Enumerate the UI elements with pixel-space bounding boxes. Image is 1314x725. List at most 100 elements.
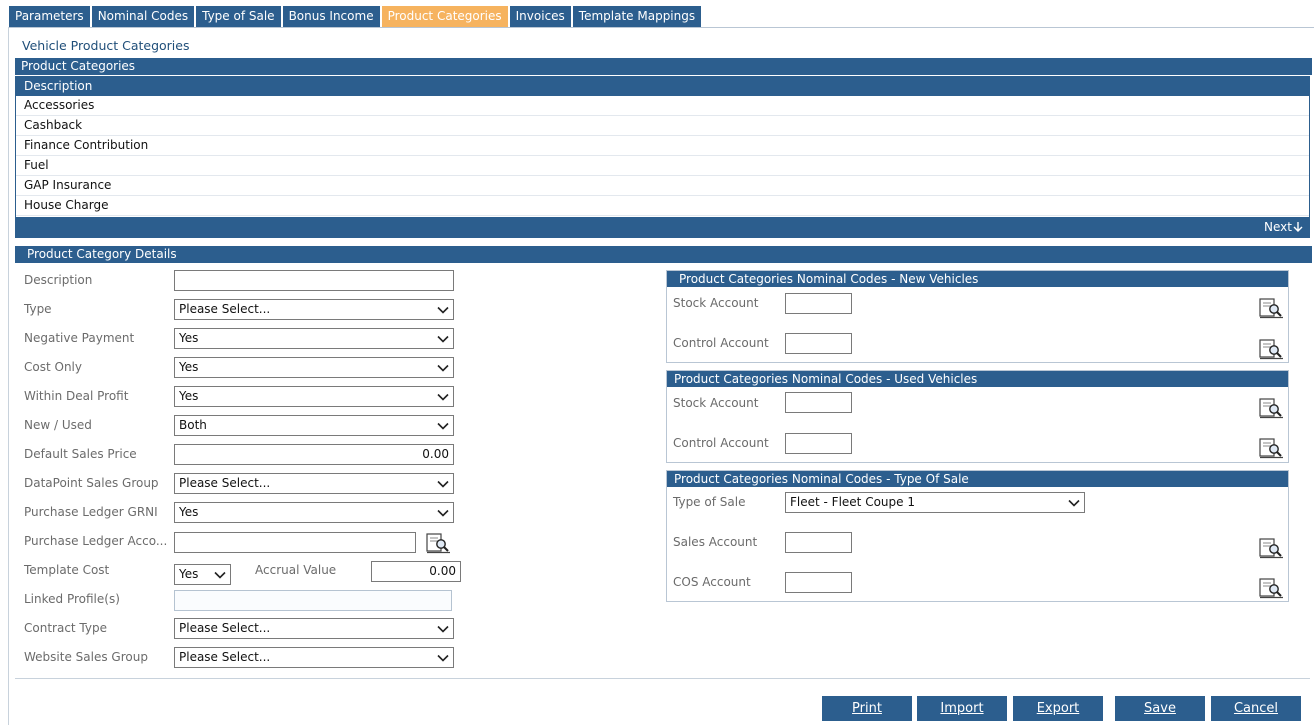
contract-type-label: Contract Type: [24, 621, 107, 635]
list-item[interactable]: GAP Insurance: [16, 176, 1309, 196]
print-button[interactable]: Print: [822, 696, 912, 721]
tab-type-of-sale[interactable]: Type of Sale: [196, 6, 281, 27]
used-stock-account-label: Stock Account: [673, 396, 759, 410]
new-vehicles-panel-title: Product Categories Nominal Codes - New V…: [667, 271, 1288, 287]
cos-account-field[interactable]: [785, 572, 852, 593]
list-item[interactable]: Finance Contribution: [16, 136, 1309, 156]
new-control-account-field[interactable]: [785, 333, 852, 354]
type-value: Please Select...: [179, 302, 271, 316]
default-sales-price-field[interactable]: 0.00: [174, 444, 454, 465]
list-item[interactable]: House Charge: [16, 196, 1309, 216]
accrual-value-label: Accrual Value: [255, 563, 337, 577]
negative-payment-select[interactable]: Yes: [174, 328, 454, 349]
chevron-down-icon: [214, 571, 226, 579]
chevron-down-icon: [437, 509, 449, 517]
chevron-down-icon: [437, 480, 449, 488]
details-section-header: Product Category Details: [15, 246, 1312, 263]
chevron-down-icon: [437, 364, 449, 372]
type-of-sale-select[interactable]: Fleet - Fleet Coupe 1: [785, 492, 1085, 513]
used-control-account-label: Control Account: [673, 436, 769, 450]
chevron-down-icon: [437, 625, 449, 633]
search-lookup-icon[interactable]: [425, 532, 451, 554]
tab-nominal-codes[interactable]: Nominal Codes: [91, 6, 195, 27]
tab-strip: Parameters Nominal Codes Type of Sale Bo…: [9, 6, 702, 27]
list-section-header: Product Categories: [15, 58, 1312, 75]
negative-payment-label: Negative Payment: [24, 331, 135, 345]
product-categories-grid: Description Accessories Cashback Finance…: [15, 76, 1310, 238]
search-lookup-icon[interactable]: [1258, 297, 1284, 319]
new-used-label: New / Used: [24, 418, 92, 432]
list-item[interactable]: Cashback: [16, 116, 1309, 136]
website-sales-group-value: Please Select...: [179, 650, 271, 664]
within-deal-profit-select[interactable]: Yes: [174, 386, 454, 407]
template-cost-select[interactable]: Yes: [174, 564, 231, 585]
template-cost-value: Yes: [179, 567, 199, 581]
type-of-sale-label: Type of Sale: [673, 495, 746, 509]
search-lookup-icon[interactable]: [1258, 537, 1284, 559]
export-label: Export: [1036, 701, 1080, 716]
list-item[interactable]: Fuel: [16, 156, 1309, 176]
datapoint-sales-group-value: Please Select...: [179, 476, 271, 490]
website-sales-group-select[interactable]: Please Select...: [174, 647, 454, 668]
grid-column-description[interactable]: Description: [16, 77, 1309, 96]
save-button[interactable]: Save: [1115, 696, 1205, 721]
purchase-ledger-account-field[interactable]: [174, 532, 416, 553]
within-deal-profit-label: Within Deal Profit: [24, 389, 129, 403]
cost-only-select[interactable]: Yes: [174, 357, 454, 378]
new-stock-account-label: Stock Account: [673, 296, 759, 310]
arrow-down-icon: [1293, 222, 1303, 232]
tab-bonus-income[interactable]: Bonus Income: [282, 6, 380, 27]
chevron-down-icon: [437, 393, 449, 401]
type-select[interactable]: Please Select...: [174, 299, 454, 320]
search-lookup-icon[interactable]: [1258, 397, 1284, 419]
new-used-select[interactable]: Both: [174, 415, 454, 436]
type-of-sale-panel: Product Categories Nominal Codes - Type …: [666, 470, 1289, 602]
search-lookup-icon[interactable]: [1258, 338, 1284, 360]
within-deal-profit-value: Yes: [179, 389, 199, 403]
frame-border: [8, 27, 9, 725]
purchase-ledger-account-label: Purchase Ledger Acco...: [24, 534, 168, 548]
purchase-ledger-grni-label: Purchase Ledger GRNI: [24, 505, 158, 519]
search-lookup-icon[interactable]: [1258, 577, 1284, 599]
accrual-value-field[interactable]: 0.00: [371, 561, 461, 582]
description-label: Description: [24, 273, 93, 287]
type-label: Type: [24, 302, 52, 316]
tab-underline: [9, 27, 1314, 28]
tab-invoices[interactable]: Invoices: [509, 6, 571, 27]
datapoint-sales-group-select[interactable]: Please Select...: [174, 473, 454, 494]
datapoint-sales-group-label: DataPoint Sales Group: [24, 476, 159, 490]
used-stock-account-field[interactable]: [785, 392, 852, 413]
purchase-ledger-grni-select[interactable]: Yes: [174, 502, 454, 523]
tab-template-mappings[interactable]: Template Mappings: [572, 6, 702, 27]
tab-parameters[interactable]: Parameters: [9, 6, 90, 27]
print-label: Print: [852, 701, 882, 716]
cancel-button[interactable]: Cancel: [1211, 696, 1301, 721]
cos-account-label: COS Account: [673, 575, 751, 589]
page-title: Vehicle Product Categories: [22, 38, 190, 53]
description-field[interactable]: [174, 270, 454, 291]
sales-account-field[interactable]: [785, 532, 852, 553]
template-cost-label: Template Cost: [24, 563, 110, 577]
save-label: Save: [1144, 701, 1176, 716]
chevron-down-icon: [437, 654, 449, 662]
cancel-label: Cancel: [1233, 701, 1279, 716]
next-page-link[interactable]: Next: [1264, 220, 1303, 234]
cost-only-value: Yes: [179, 360, 199, 374]
search-lookup-icon[interactable]: [1258, 437, 1284, 459]
tab-product-categories[interactable]: Product Categories: [381, 6, 508, 27]
chevron-down-icon: [437, 335, 449, 343]
linked-profiles-field[interactable]: [174, 590, 452, 611]
used-control-account-field[interactable]: [785, 433, 852, 454]
contract-type-select[interactable]: Please Select...: [174, 618, 454, 639]
new-used-value: Both: [179, 418, 207, 432]
list-item[interactable]: Accessories: [16, 96, 1309, 116]
import-button[interactable]: Import: [917, 696, 1007, 721]
footer-divider: [15, 678, 1310, 679]
export-button[interactable]: Export: [1013, 696, 1103, 721]
contract-type-value: Please Select...: [179, 621, 271, 635]
chevron-down-icon: [437, 422, 449, 430]
new-stock-account-field[interactable]: [785, 293, 852, 314]
type-of-sale-value: Fleet - Fleet Coupe 1: [790, 495, 915, 509]
website-sales-group-label: Website Sales Group: [24, 650, 148, 664]
purchase-ledger-grni-value: Yes: [179, 505, 199, 519]
